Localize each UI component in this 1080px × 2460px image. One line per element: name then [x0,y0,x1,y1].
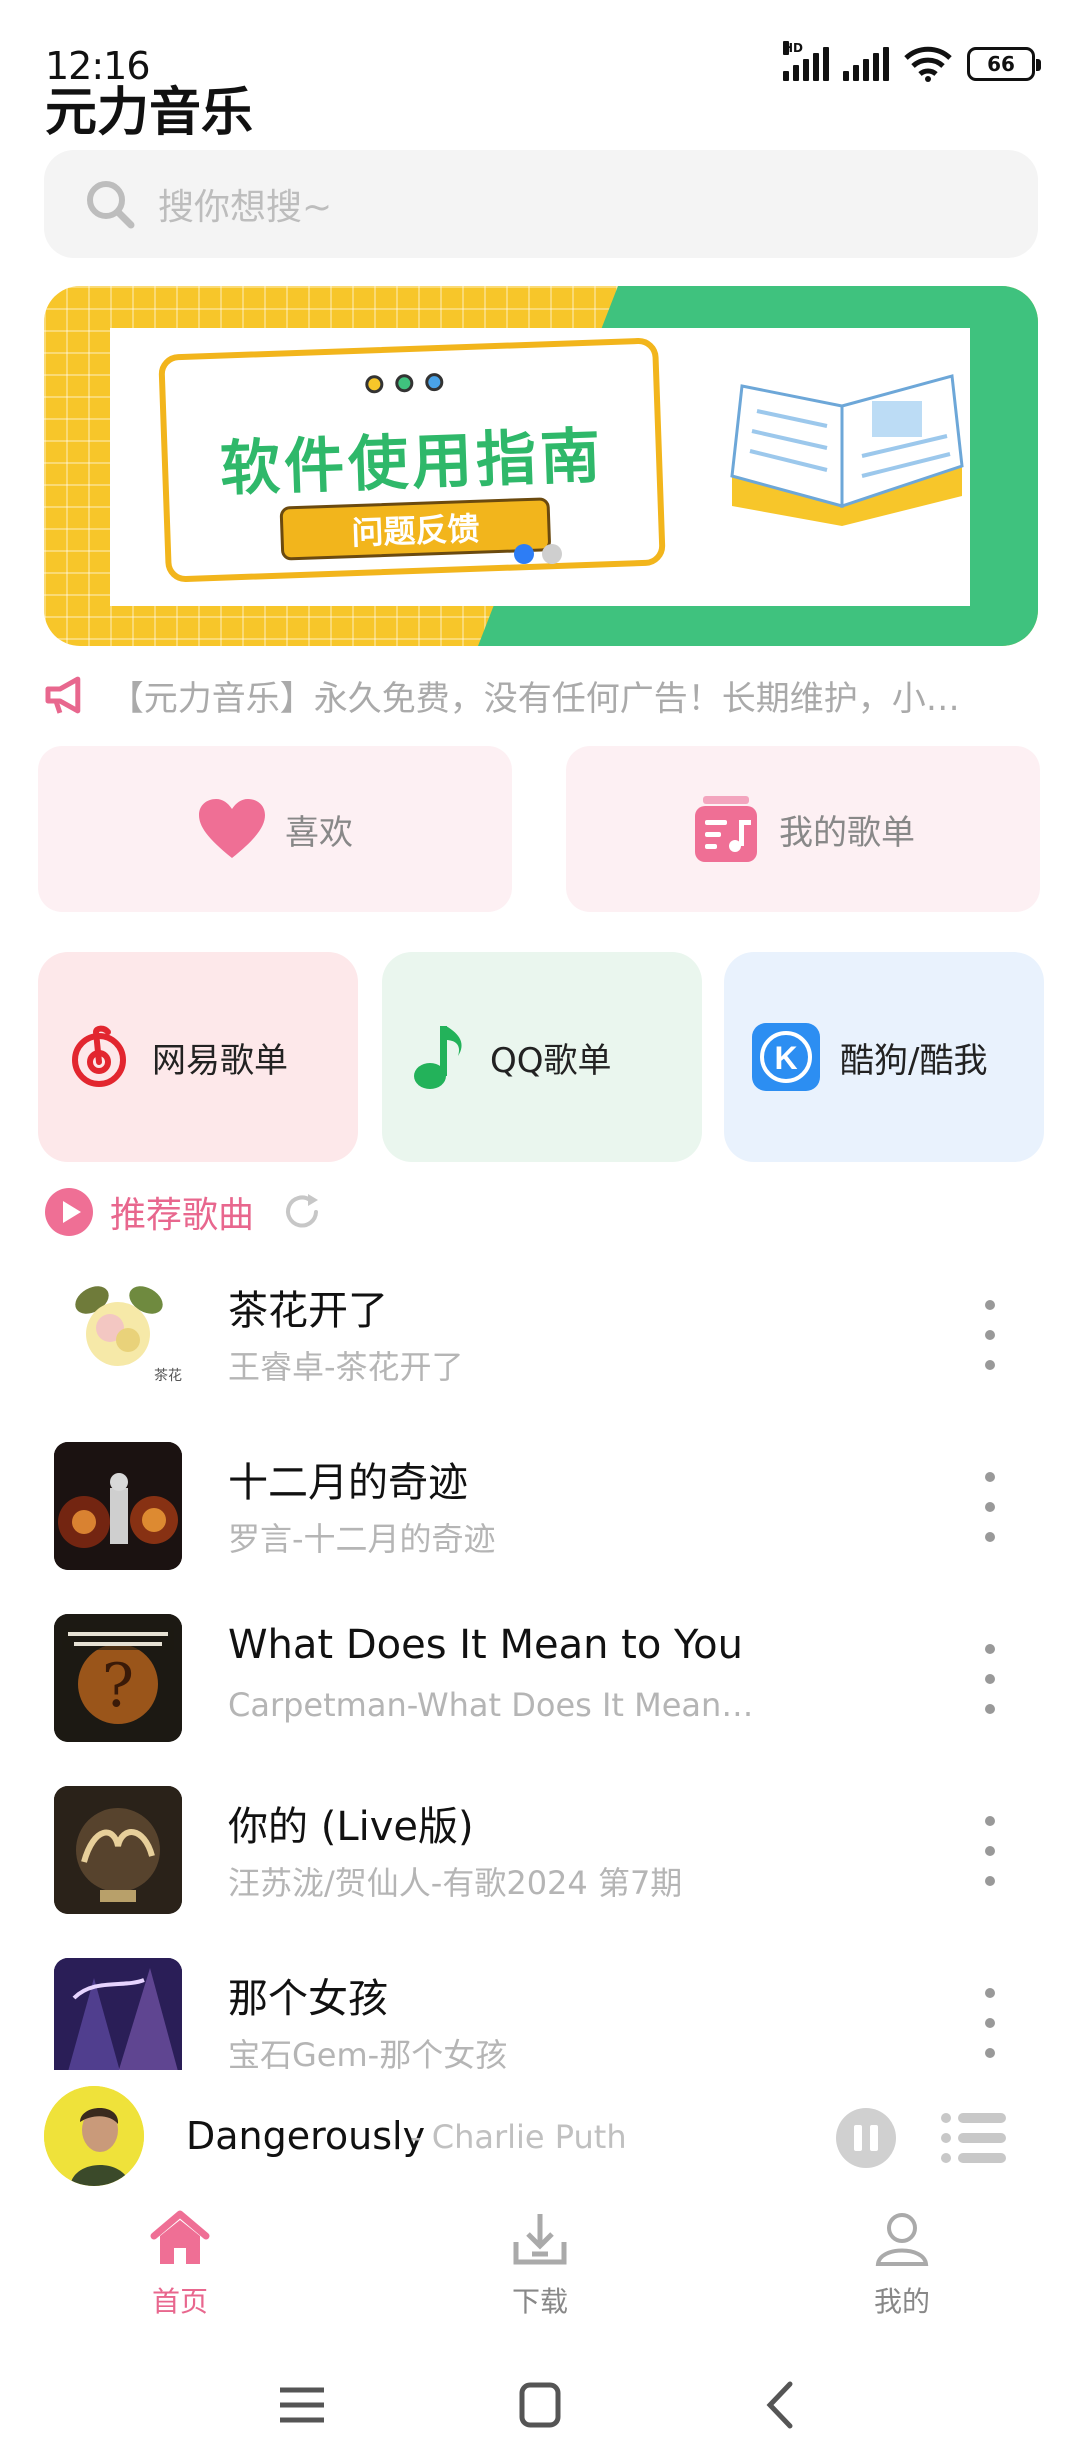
like-button[interactable]: 喜欢 [38,746,512,912]
qq-playlist-label: QQ歌单 [490,1040,612,1081]
kugou-kuwo-playlist-button[interactable]: K 酷狗/酷我 [724,952,1044,1162]
song-title: 十二月的奇迹 [228,1460,468,1506]
search-bar[interactable]: 搜你想搜~ [44,150,1038,258]
pause-button[interactable] [836,2108,896,2168]
svg-text:?: ? [102,1651,134,1721]
tab-mine-label: 我的 [873,2285,930,2318]
queue-list-icon[interactable] [940,2110,1008,2166]
kugou-kuwo-playlist-label: 酷狗/酷我 [840,1040,988,1081]
home-square-icon[interactable] [510,2380,570,2430]
song-title: 那个女孩 [228,1976,388,2022]
song-cover [54,1786,182,1914]
tab-download[interactable]: 下载 [450,2210,630,2340]
svg-text:K: K [774,1040,797,1076]
heart-icon [199,799,265,858]
search-placeholder: 搜你想搜~ [158,187,333,228]
back-icon[interactable] [752,2380,812,2430]
notice-bar[interactable]: 【元力音乐】永久免费，没有任何广告！长期维护，小… [44,668,1044,722]
battery-icon: 66 [967,47,1041,81]
app-title: 元力音乐 [45,83,254,143]
song-subtitle: 王睿卓-茶花开了 [228,1348,464,1386]
notice-text: 【元力音乐】永久免费，没有任何广告！长期维护，小… [109,678,960,719]
more-options-icon[interactable] [978,1644,1002,1714]
menu-icon[interactable] [272,2380,332,2430]
song-list: 茶花 茶花开了 王睿卓-茶花开了 十二月的奇迹 罗言-十二月的奇迹 ? What… [0,1270,1080,2070]
more-options-icon[interactable] [978,1816,1002,1886]
tab-download-label: 下载 [511,2285,568,2318]
like-label: 喜欢 [285,812,353,853]
song-row[interactable]: 你的 (Live版) 汪苏泷/贺仙人-有歌2024 第7期 [0,1786,1080,1958]
banner-title: 软件使用指南 [219,421,606,505]
wifi-icon [904,46,952,82]
more-options-icon[interactable] [978,1988,1002,2058]
song-title: 你的 (Live版) [228,1804,474,1850]
bottom-tab-bar: 首页 下载 我的 [0,2210,1080,2340]
song-subtitle: 汪苏泷/贺仙人-有歌2024 第7期 [228,1864,683,1902]
user-icon [875,2213,929,2266]
player-artist: - Charlie Puth [410,2118,627,2156]
playlist-icon [695,796,757,862]
pager-dot-active [514,544,534,564]
cellular-signal-icon: HD [783,41,829,81]
tab-home[interactable]: 首页 [90,2210,270,2340]
recommended-title: 推荐歌曲 [110,1195,255,1236]
system-nav-bar [0,2350,1080,2460]
song-cover: ? [54,1614,182,1742]
banner-card-dots [365,372,444,394]
my-playlists-button[interactable]: 我的歌单 [566,746,1040,912]
song-cover: 茶花 [54,1270,182,1398]
more-options-icon[interactable] [978,1300,1002,1370]
refresh-icon[interactable] [280,1190,324,1234]
search-icon [87,181,135,229]
song-cover [54,1958,182,2070]
player-song-title: Dangerously [186,2114,426,2158]
recommended-header: 推荐歌曲 [44,1186,324,1238]
song-subtitle: 宝石Gem-那个女孩 [228,2036,508,2070]
tab-mine[interactable]: 我的 [812,2210,992,2340]
song-row[interactable]: 那个女孩 宝石Gem-那个女孩 [0,1958,1080,2070]
song-row[interactable]: 茶花 茶花开了 王睿卓-茶花开了 [0,1270,1080,1442]
svg-text:茶花: 茶花 [154,1368,182,1384]
feedback-button[interactable]: 问题反馈 [279,497,552,561]
pager-dot [542,544,562,564]
netease-music-icon [72,1025,126,1087]
banner-pager [514,544,562,564]
tab-home-label: 首页 [151,2285,208,2318]
kugou-icon: K [752,1023,820,1091]
megaphone-icon [45,676,81,714]
play-circle-icon [45,1188,93,1236]
cellular-signal-2-icon [843,47,889,81]
banner-card: 软件使用指南 问题反馈 [158,337,666,583]
song-subtitle: Carpetman-What Does It Mean… [228,1686,754,1724]
song-title: What Does It Mean to You [228,1622,743,1668]
player-cover [44,2086,144,2186]
netease-playlist-button[interactable]: 网易歌单 [38,952,358,1162]
qq-playlist-button[interactable]: QQ歌单 [382,952,702,1162]
more-options-icon[interactable] [978,1472,1002,1542]
qq-music-icon [414,1026,462,1089]
song-title: 茶花开了 [228,1288,388,1334]
home-icon [150,2210,210,2264]
book-illustration [730,374,964,526]
mini-player[interactable]: Dangerously - Charlie Puth [0,2070,1080,2210]
banner-carousel[interactable]: 软件使用指南 问题反馈 [44,286,1038,646]
netease-playlist-label: 网易歌单 [152,1040,288,1081]
song-subtitle: 罗言-十二月的奇迹 [228,1520,496,1558]
song-row[interactable]: 十二月的奇迹 罗言-十二月的奇迹 [0,1442,1080,1614]
download-icon [513,2214,567,2265]
song-cover [54,1442,182,1570]
song-row[interactable]: ? What Does It Mean to You Carpetman-Wha… [0,1614,1080,1786]
status-icons: HD 66 [783,41,1041,82]
my-playlists-label: 我的歌单 [779,812,915,853]
